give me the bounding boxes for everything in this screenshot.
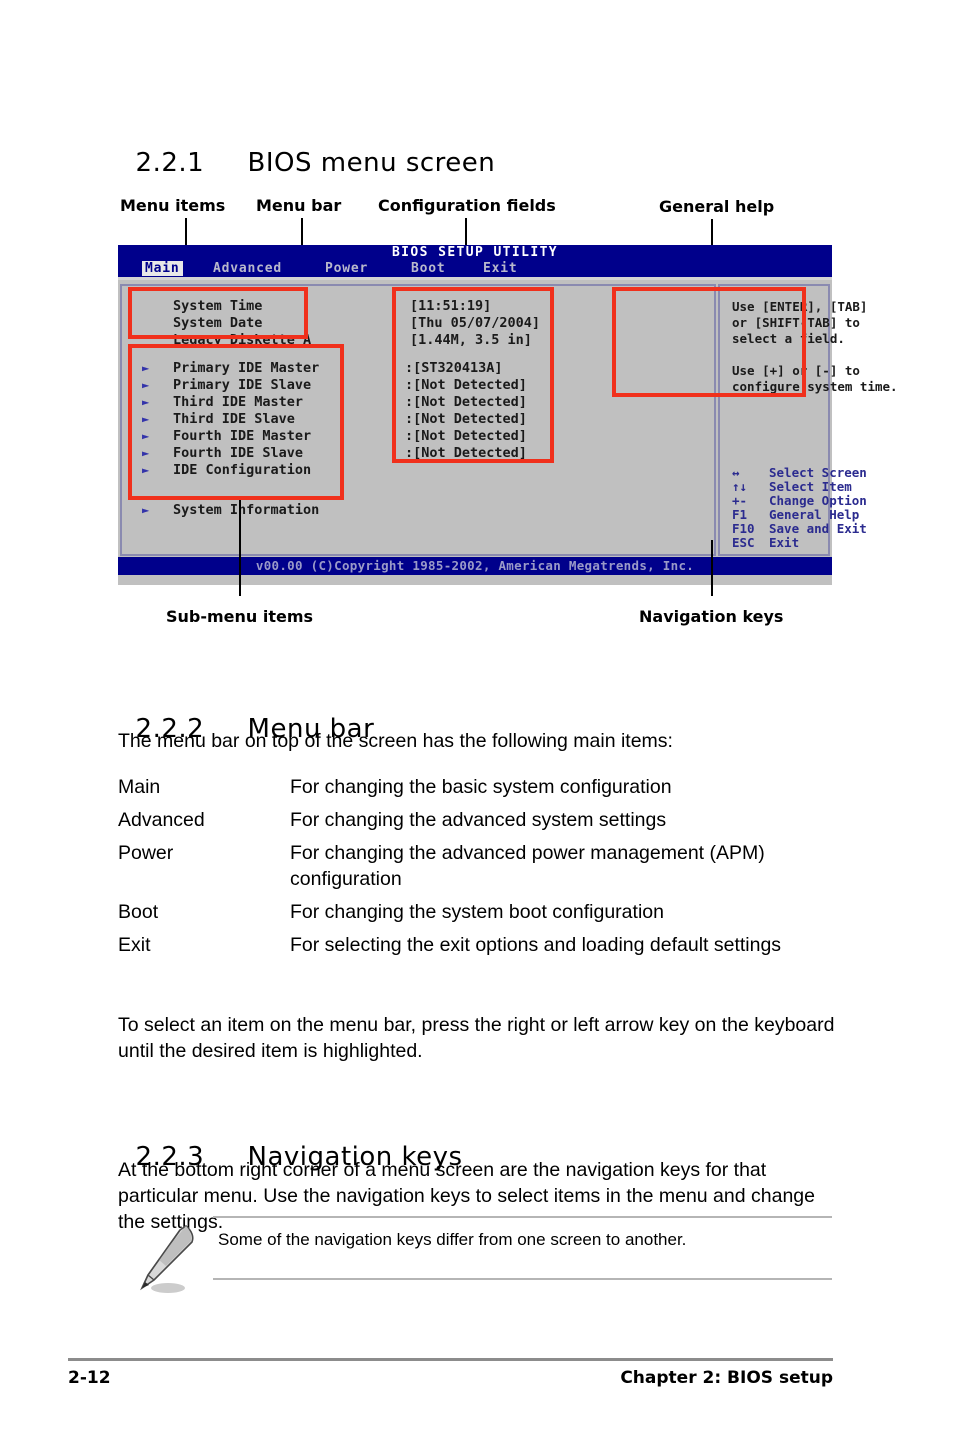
- bios-setting-value-system-date[interactable]: [Thu 05/07/2004]: [410, 315, 540, 332]
- bios-setting-name-system-time[interactable]: System Time: [173, 298, 262, 315]
- bios-nav-desc-5: Exit: [769, 535, 800, 550]
- bios-menu-bar: Main Advanced Power Boot Exit: [118, 260, 832, 277]
- menu-bar-desc-exit: For selecting the exit options and loadi…: [290, 934, 782, 956]
- bios-setting-value-legacy-diskette-a[interactable]: [1.44M, 3.5 in]: [410, 332, 532, 349]
- submenu-arrow-icon-1: ►: [142, 378, 150, 392]
- submenu-arrow-icon-4: ►: [142, 429, 150, 443]
- leader-navigation-keys: [711, 540, 713, 596]
- bios-help-line-4: Use [+] or [-] to: [732, 363, 860, 378]
- bios-submenu-value-fourth-ide-master: :[Not Detected]: [405, 428, 527, 444]
- bios-help-line-0: Use [ENTER], [TAB]: [732, 299, 868, 314]
- pencil-icon: [140, 1225, 194, 1293]
- menu-bar-term-main: Main: [118, 776, 161, 798]
- bios-tab-advanced[interactable]: Advanced: [210, 261, 285, 276]
- callout-sub-menu-items: Sub-menu items: [166, 607, 314, 626]
- bios-submenu-fourth-ide-slave[interactable]: Fourth IDE Slave: [173, 445, 303, 462]
- menu-bar-outro: To select an item on the menu bar, press…: [118, 1014, 835, 1062]
- section-title-221: BIOS menu screen: [247, 148, 496, 178]
- callout-general-help: General help: [659, 197, 775, 216]
- menu-bar-term-boot: Boot: [118, 901, 159, 923]
- menu-bar-term-advanced: Advanced: [118, 809, 205, 831]
- bios-setting-value-system-time[interactable]: [11:51:19]: [410, 298, 491, 315]
- callout-configuration-fields: Configuration fields: [378, 196, 556, 215]
- bios-help-line-5: configure system time.: [732, 379, 898, 394]
- bios-submenu-value-primary-ide-slave: :[Not Detected]: [405, 377, 527, 393]
- section-number-221: 2.2.1: [135, 148, 205, 178]
- bios-submenu-value-primary-ide-master: :[ST320413A]: [405, 360, 503, 376]
- submenu-arrow-icon-0: ►: [142, 361, 150, 375]
- page-chapter-label: Chapter 2: BIOS setup: [620, 1368, 833, 1388]
- submenu-arrow-icon-5: ►: [142, 446, 150, 460]
- bios-copyright-footer: v00.00 (C)Copyright 1985-2002, American …: [118, 557, 832, 575]
- bios-setting-name-system-date[interactable]: System Date: [173, 315, 262, 332]
- callout-menu-bar: Menu bar: [256, 196, 342, 215]
- note-rule-bottom: [213, 1278, 832, 1280]
- bios-body: System Time System Date Legacy Diskette …: [118, 277, 898, 557]
- bios-submenu-value-third-ide-master: :[Not Detected]: [405, 394, 527, 410]
- note-text: Some of the navigation keys differ from …: [218, 1230, 687, 1249]
- bios-utility-title: BIOS SETUP UTILITY: [391, 245, 559, 260]
- menu-bar-desc-main: For changing the basic system configurat…: [290, 776, 672, 798]
- note-rule-top: [213, 1216, 832, 1218]
- submenu-arrow-icon-6: ►: [142, 463, 150, 477]
- bios-tab-boot[interactable]: Boot: [408, 261, 449, 276]
- bios-tab-power[interactable]: Power: [322, 261, 371, 276]
- menu-bar-desc-power: For changing the advanced power manageme…: [290, 842, 765, 890]
- bios-submenu-fourth-ide-master[interactable]: Fourth IDE Master: [173, 428, 311, 445]
- bios-submenu-primary-ide-master[interactable]: Primary IDE Master: [173, 360, 319, 377]
- leader-sub-menu-items: [239, 500, 241, 596]
- bios-tab-main[interactable]: Main: [142, 261, 183, 276]
- submenu-arrow-icon-7: ►: [142, 503, 150, 517]
- bios-left-panel: System Time System Date Legacy Diskette …: [120, 284, 716, 556]
- callout-menu-items: Menu items: [120, 196, 226, 215]
- bios-submenu-third-ide-slave[interactable]: Third IDE Slave: [173, 411, 295, 428]
- submenu-arrow-icon-3: ►: [142, 412, 150, 426]
- bios-submenu-system-information[interactable]: System Information: [173, 502, 319, 519]
- bios-nav-key-5: ESC: [732, 535, 755, 550]
- bios-submenu-third-ide-master[interactable]: Third IDE Master: [173, 394, 303, 411]
- navigation-keys-body: At the bottom right corner of a menu scr…: [118, 1159, 815, 1233]
- bios-right-panel: Use [ENTER], [TAB] or [SHIFT-TAB] to sel…: [718, 284, 898, 556]
- section-heading-221: 2.2.1 BIOS menu screen: [118, 118, 495, 178]
- callout-navigation-keys: Navigation keys: [639, 607, 784, 626]
- menu-bar-intro: The menu bar on top of the screen has th…: [118, 730, 673, 752]
- page-footer-rule: [68, 1358, 833, 1361]
- bios-help-line-2: select a field.: [732, 331, 845, 346]
- bios-submenu-primary-ide-slave[interactable]: Primary IDE Slave: [173, 377, 311, 394]
- page-number: 2-12: [68, 1368, 111, 1388]
- menu-bar-term-power: Power: [118, 842, 174, 864]
- bios-setup-screenshot: BIOS SETUP UTILITY Main Advanced Power B…: [118, 245, 898, 585]
- submenu-arrow-icon-2: ►: [142, 395, 150, 409]
- bios-help-line-1: or [SHIFT-TAB] to: [732, 315, 860, 330]
- menu-bar-term-exit: Exit: [118, 934, 151, 956]
- bios-submenu-value-third-ide-slave: :[Not Detected]: [405, 411, 527, 427]
- menu-bar-desc-boot: For changing the system boot configurati…: [290, 901, 664, 923]
- bios-submenu-ide-configuration[interactable]: IDE Configuration: [173, 462, 311, 479]
- bios-tab-exit[interactable]: Exit: [480, 261, 521, 276]
- bios-submenu-value-fourth-ide-slave: :[Not Detected]: [405, 445, 527, 461]
- menu-bar-desc-advanced: For changing the advanced system setting…: [290, 809, 667, 831]
- bios-setting-name-legacy-diskette-a[interactable]: Legacy Diskette A: [173, 332, 311, 349]
